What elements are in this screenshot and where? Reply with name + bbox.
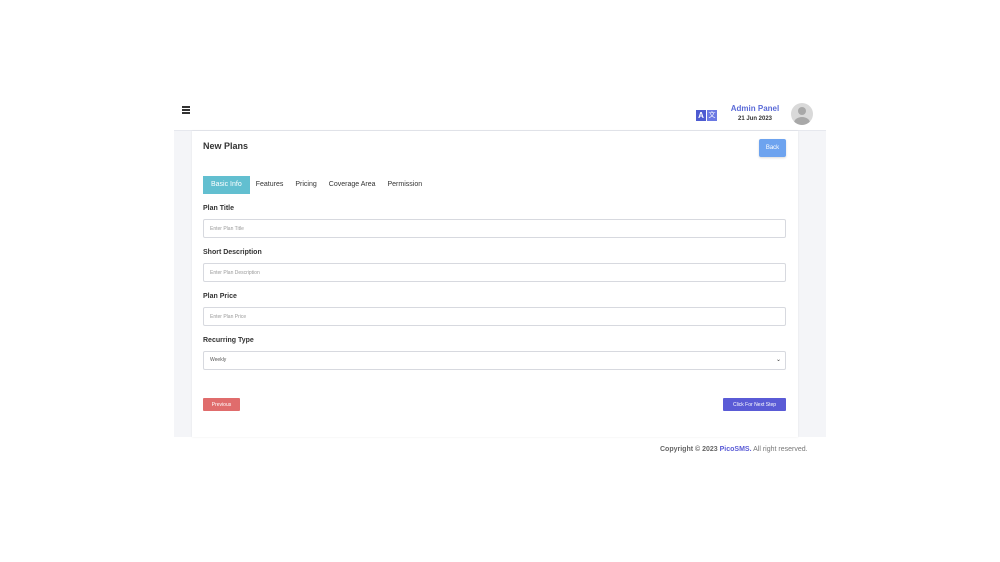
back-button[interactable]: Back (759, 139, 786, 157)
plan-price-input[interactable] (203, 307, 786, 326)
brand-link[interactable]: PicoSMS. (720, 446, 752, 453)
footer-copyright: Copyright © 2023 PicoSMS. All right rese… (660, 446, 808, 453)
tab-features[interactable]: Features (250, 176, 290, 194)
recurring-type-select[interactable]: Weekly ⌄ (203, 351, 786, 370)
menu-icon[interactable] (182, 106, 190, 114)
new-plan-card: New Plans Back Basic Info Features Prici… (192, 131, 798, 437)
short-description-input[interactable] (203, 263, 786, 282)
tab-permission[interactable]: Permission (381, 176, 428, 194)
tab-coverage-area[interactable]: Coverage Area (323, 176, 382, 194)
recurring-type-value: Weekly (210, 357, 227, 363)
top-bar: A 文 Admin Panel 21 Jun 2023 (174, 96, 826, 131)
plan-title-label: Plan Title (203, 205, 234, 212)
next-step-button[interactable]: Click For Next Step (723, 398, 786, 411)
page-title: New Plans (203, 141, 249, 151)
current-date: 21 Jun 2023 (737, 116, 773, 122)
avatar[interactable] (791, 103, 813, 125)
plan-title-input[interactable] (203, 219, 786, 238)
recurring-type-label: Recurring Type (203, 337, 254, 344)
previous-button[interactable]: Previous (203, 398, 240, 411)
tab-pricing[interactable]: Pricing (289, 176, 322, 194)
chevron-down-icon: ⌄ (775, 357, 781, 363)
plan-tabs: Basic Info Features Pricing Coverage Are… (203, 176, 428, 194)
admin-info[interactable]: Admin Panel 21 Jun 2023 (726, 104, 784, 122)
plan-price-label: Plan Price (203, 293, 237, 300)
admin-panel-title: Admin Panel (730, 104, 780, 113)
tab-basic-info[interactable]: Basic Info (203, 176, 250, 194)
language-icon[interactable]: A 文 (696, 110, 717, 121)
short-description-label: Short Description (203, 249, 262, 256)
